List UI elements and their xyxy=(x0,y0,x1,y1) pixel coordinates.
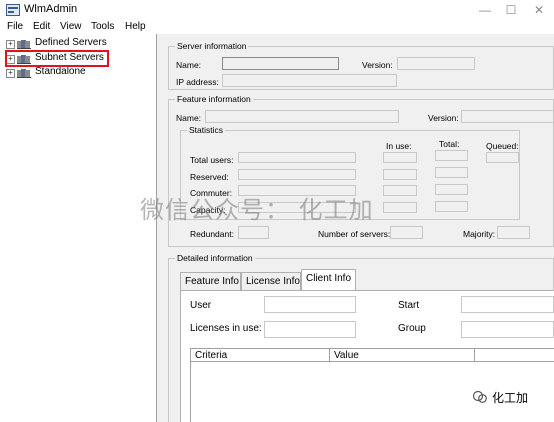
server-info-legend: Server information xyxy=(175,41,249,51)
reserved-in-use xyxy=(383,169,417,180)
menu-edit[interactable]: Edit xyxy=(33,21,50,32)
empty-column-header xyxy=(474,348,554,362)
maximize-button[interactable]: ☐ xyxy=(498,0,524,20)
group-label: Group xyxy=(398,323,426,334)
server-group-icon xyxy=(17,69,31,78)
number-of-servers-field xyxy=(390,226,423,239)
wechat-badge: 化工加 xyxy=(466,386,546,408)
feature-version-label: Version: xyxy=(428,113,459,123)
ip-address-field xyxy=(222,74,397,87)
window-title: WlmAdmin xyxy=(24,3,78,15)
selection-highlight-box xyxy=(5,50,109,67)
expand-icon[interactable]: + xyxy=(6,40,15,49)
commuter-in-use xyxy=(383,185,417,196)
tree-item-label: Standalone xyxy=(35,66,86,77)
group-field xyxy=(461,321,554,338)
minimize-button[interactable]: — xyxy=(472,0,498,20)
menu-bar: File Edit View Tools Help xyxy=(0,20,554,34)
app-icon xyxy=(6,4,20,16)
server-version-label: Version: xyxy=(362,60,393,70)
tab-feature-info[interactable]: Feature Info xyxy=(180,272,241,290)
server-version-field xyxy=(397,57,475,70)
server-name-field xyxy=(222,57,339,70)
reserved-field xyxy=(238,169,356,180)
in-use-header: In use: xyxy=(386,141,412,151)
menu-view[interactable]: View xyxy=(60,21,82,32)
feature-version-field xyxy=(461,110,554,123)
total-users-queued xyxy=(486,152,519,163)
server-tree xyxy=(0,34,156,422)
licenses-in-use-field xyxy=(264,321,356,338)
tree-item-label: Defined Servers xyxy=(35,37,107,48)
reserved-label: Reserved: xyxy=(190,172,229,182)
user-field xyxy=(264,296,356,313)
reserved-total xyxy=(435,167,468,178)
total-users-field xyxy=(238,152,356,163)
majority-label: Majority: xyxy=(463,229,496,239)
ip-address-label: IP address: xyxy=(176,77,219,87)
feature-name-field xyxy=(205,110,399,123)
detailed-info-legend: Detailed information xyxy=(175,253,255,263)
title-bar: WlmAdmin — ☐ ✕ xyxy=(0,0,554,20)
tab-client-info[interactable]: Client Info xyxy=(301,269,356,290)
queued-header: Queued: xyxy=(486,141,519,151)
server-group-icon xyxy=(17,40,31,49)
commuter-total xyxy=(435,184,468,195)
capacity-total xyxy=(435,201,468,212)
licenses-in-use-label: Licenses in use: xyxy=(190,323,262,334)
user-label: User xyxy=(190,300,212,311)
tab-license-info[interactable]: License Info xyxy=(241,272,301,290)
start-field xyxy=(461,296,554,313)
menu-file[interactable]: File xyxy=(7,21,23,32)
wechat-badge-label: 化工加 xyxy=(492,391,529,405)
total-users-in-use xyxy=(383,152,417,163)
statistics-legend: Statistics xyxy=(187,125,226,135)
criteria-column-header[interactable]: Criteria xyxy=(190,348,330,362)
capacity-in-use xyxy=(383,202,417,213)
close-button[interactable]: ✕ xyxy=(526,0,552,20)
feature-name-label: Name: xyxy=(176,113,202,123)
expand-icon[interactable]: + xyxy=(6,69,15,78)
menu-tools[interactable]: Tools xyxy=(91,21,114,32)
number-of-servers-label: Number of servers: xyxy=(318,229,391,239)
wechat-icon xyxy=(472,390,487,403)
total-users-label: Total users: xyxy=(190,155,234,165)
value-column-header[interactable]: Value xyxy=(329,348,475,362)
total-header: Total: xyxy=(439,139,460,149)
menu-help[interactable]: Help xyxy=(125,21,146,32)
redundant-label: Redundant: xyxy=(190,229,234,239)
redundant-field xyxy=(238,226,269,239)
start-label: Start xyxy=(398,300,420,311)
feature-info-legend: Feature information xyxy=(175,94,253,104)
majority-field xyxy=(497,226,530,239)
watermark-text: 微信公众号： 化工加 xyxy=(140,196,374,224)
total-users-total xyxy=(435,150,468,161)
server-name-label: Name: xyxy=(176,60,202,70)
